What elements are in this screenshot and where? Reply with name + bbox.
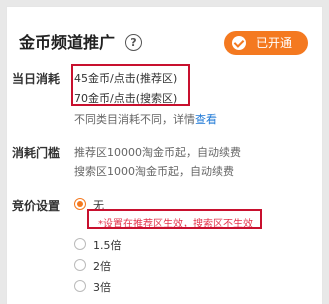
highlight-box-note [87, 209, 262, 229]
bid-option-label[interactable]: 3倍 [93, 279, 111, 295]
bid-option-label[interactable]: 1.5倍 [93, 237, 122, 253]
bid-option-none-radio[interactable] [74, 198, 86, 210]
threshold-label: 消耗门槛 [12, 146, 61, 160]
threshold-line-1: 推荐区10000淘金币起，自动续费 [74, 146, 241, 159]
bid-option-3x-radio[interactable] [74, 280, 86, 292]
bid-option-label[interactable]: 2倍 [93, 258, 111, 274]
status-badge-label: 已开通 [256, 36, 293, 50]
help-icon[interactable]: ? [125, 34, 142, 51]
card-header: 金币频道推广 ? 已开通 [19, 29, 310, 57]
page-title: 金币频道推广 [19, 33, 116, 52]
cost-note: 不同类目消耗不同，详情查看 [74, 111, 217, 127]
bid-option-2x-radio[interactable] [74, 259, 86, 271]
bid-label: 竞价设置 [12, 199, 61, 213]
status-badge: 已开通 [224, 31, 308, 55]
check-circle-icon [232, 36, 246, 50]
bid-option-1-5x-radio[interactable] [74, 238, 86, 250]
highlight-box-rates [71, 64, 190, 106]
view-details-link[interactable]: 查看 [195, 113, 217, 126]
daily-cost-label: 当日消耗 [12, 72, 61, 86]
threshold-line-2: 搜索区1000淘金币起，自动续费 [74, 165, 234, 178]
cost-note-text: 不同类目消耗不同，详情 [74, 113, 195, 126]
